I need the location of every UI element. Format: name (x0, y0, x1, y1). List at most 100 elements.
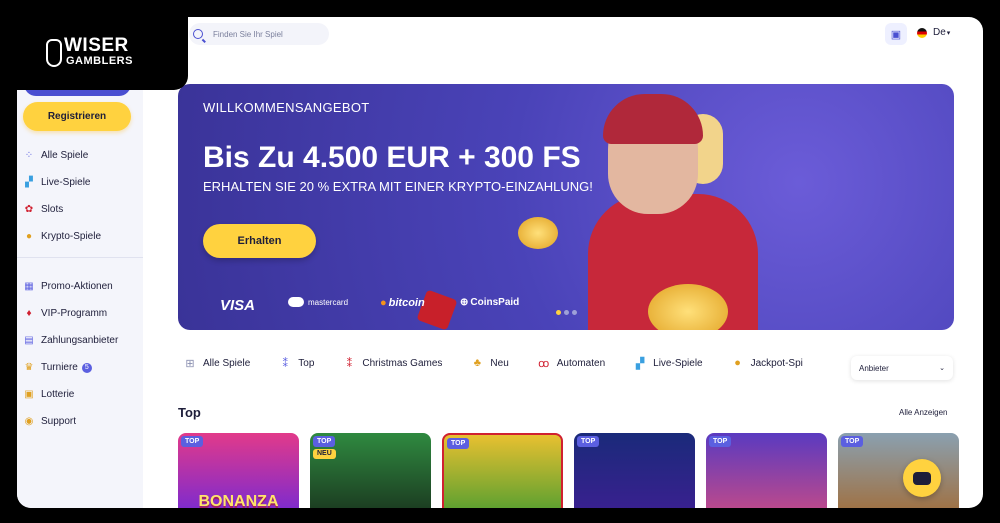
sidebar-item-support[interactable]: ◉ Support (23, 408, 137, 435)
tab-alle-spiele[interactable]: ⊞ Alle Spiele (183, 356, 250, 370)
chat-icon (913, 471, 931, 485)
support-icon: ◉ (24, 416, 34, 427)
provider-select-value: Anbieter (859, 363, 889, 373)
chat-button[interactable] (903, 459, 941, 497)
coinspaid-logo: ⊕ CoinsPaid (460, 297, 520, 308)
tab-christmas-games[interactable]: ⁑ Christmas Games (342, 356, 443, 370)
count-badge: 5 (81, 362, 92, 373)
claim-bonus-button[interactable]: Erhalten (203, 224, 316, 258)
sidebar-item-vip[interactable]: ♦ VIP-Programm (23, 300, 137, 327)
new-badge: NEU (313, 449, 336, 459)
tab-neu[interactable]: ♣ Neu (470, 356, 509, 370)
game-card[interactable]: TOP (574, 433, 695, 508)
germany-flag-icon (917, 27, 927, 38)
sidebar-item-label: Alle Spiele (41, 150, 89, 161)
live-icon: ▞ (25, 177, 33, 188)
carousel-dot[interactable] (572, 310, 577, 315)
mastercard-logo: mastercard (288, 297, 348, 307)
game-card[interactable]: TOP NEU (310, 433, 431, 508)
game-card[interactable]: TOP (838, 433, 959, 508)
search-icon (193, 29, 203, 39)
logo-line2: GAMBLERS (66, 55, 133, 67)
christmas-icon: ⁑ (346, 357, 353, 370)
hero-helmet (603, 94, 703, 144)
coin-icon (518, 217, 558, 249)
carousel-dot[interactable] (556, 310, 561, 315)
gift-icon[interactable]: ▣ (885, 23, 907, 45)
game-card[interactable]: TOP (442, 433, 563, 508)
sidebar-item-krypto-spiele[interactable]: ● Krypto-Spiele (23, 223, 137, 250)
tab-automaten[interactable]: ꝏ Automaten (537, 356, 605, 370)
category-tabs: ⊞ Alle Spiele ⁑ Top ⁑ Christmas Games ♣ … (183, 356, 831, 370)
carousel-dot[interactable] (564, 310, 569, 315)
tab-label: Automaten (556, 357, 606, 369)
sidebar-item-label: Live-Spiele (41, 177, 91, 188)
coin-icon (648, 284, 728, 330)
top-badge: TOP (709, 436, 732, 447)
game-card[interactable]: TOP BONANZA (178, 433, 299, 508)
sidebar-divider (17, 257, 143, 258)
owl-icon (46, 39, 62, 67)
top-badge: TOP (447, 438, 470, 449)
tab-jackpot-spiele[interactable]: ● Jackpot-Spi (731, 356, 803, 370)
language-selector[interactable]: De ▾ (917, 27, 950, 38)
search-input[interactable]: Finden Sie Ihr Spiel (213, 30, 283, 39)
provider-select[interactable]: Anbieter ⌄ (851, 356, 953, 380)
vip-icon: ♦ (26, 308, 32, 319)
sidebar-item-promo[interactable]: ▦ Promo-Aktionen (23, 273, 137, 300)
tab-label: Live-Spiele (653, 357, 703, 369)
grid-icon: ⁘ (24, 150, 34, 161)
sidebar-item-label: Support (41, 416, 77, 427)
top-badge: TOP (313, 436, 336, 447)
game-card[interactable]: TOP (706, 433, 827, 508)
sidebar-nav-games: ⁘ Alle Spiele ▞ Live-Spiele ✿ Slots ● Kr… (23, 142, 137, 250)
promo-banner[interactable]: WILLKOMMENSANGEBOT Bis Zu 4.500 EUR + 30… (178, 84, 954, 330)
carousel-dots[interactable] (556, 310, 577, 315)
live-icon: ▞ (635, 357, 645, 370)
logo-line1: WISER (64, 35, 129, 56)
game-row: TOP BONANZA TOP NEU TOP TOP TOP TOP (178, 433, 959, 508)
sidebar-item-zahlungsanbieter[interactable]: ▤ Zahlungsanbieter (23, 327, 137, 354)
top-badge: TOP (181, 436, 204, 447)
search-bar[interactable]: Finden Sie Ihr Spiel (189, 23, 329, 45)
sidebar-item-slots[interactable]: ✿ Slots (23, 196, 137, 223)
sidebar-item-alle-spiele[interactable]: ⁘ Alle Spiele (23, 142, 137, 169)
tab-label: Alle Spiele (203, 357, 251, 369)
section-title: Top (178, 405, 201, 420)
register-button[interactable]: Registrieren (23, 102, 131, 131)
sidebar-item-turniere[interactable]: ♛ Turniere 5 (23, 354, 137, 381)
top-badge: TOP (841, 436, 864, 447)
sidebar-item-label: Slots (41, 204, 64, 215)
logo[interactable]: WISER GAMBLERS (46, 35, 133, 67)
tab-live-spiele[interactable]: ▞ Live-Spiele (633, 356, 703, 370)
top-icon: ⁑ (282, 357, 289, 370)
sidebar-item-label: Zahlungsanbieter (41, 335, 119, 346)
lottery-icon: ▣ (24, 389, 34, 400)
logo-container: WISER GAMBLERS (0, 0, 188, 90)
slots-icon: ✿ (24, 204, 34, 215)
sidebar-item-lotterie[interactable]: ▣ Lotterie (23, 381, 137, 408)
banner-subline: ERHALTEN SIE 20 % EXTRA MIT EINER KRYPTO… (203, 179, 593, 194)
tab-top[interactable]: ⁑ Top (278, 356, 315, 370)
tab-label: Jackpot-Spi (750, 357, 803, 369)
tab-label: Top (298, 357, 315, 369)
language-label: De (933, 27, 946, 38)
cherry-icon: ꝏ (538, 357, 550, 370)
crypto-icon: ● (25, 231, 33, 242)
sidebar-item-label: Promo-Aktionen (41, 281, 113, 292)
sidebar-item-label: VIP-Programm (41, 308, 108, 319)
tab-label: Neu (490, 357, 509, 369)
visa-logo: VISA (220, 297, 256, 314)
trophy-icon: ♛ (24, 362, 34, 373)
top-badge: TOP (577, 436, 600, 447)
sidebar-item-live-spiele[interactable]: ▞ Live-Spiele (23, 169, 137, 196)
game-title: BONANZA (198, 493, 279, 508)
sidebar-item-label: Turniere (41, 362, 78, 373)
app-window: Registrieren ⁘ Alle Spiele ▞ Live-Spiele… (17, 17, 983, 508)
payment-icon: ▤ (24, 335, 34, 346)
sidebar-item-label: Lotterie (41, 389, 75, 400)
see-all-link[interactable]: Alle Anzeigen (899, 408, 947, 417)
clover-icon: ♣ (473, 357, 482, 369)
bitcoin-logo: ● bitcoin (380, 297, 425, 309)
jackpot-icon: ● (734, 357, 741, 369)
